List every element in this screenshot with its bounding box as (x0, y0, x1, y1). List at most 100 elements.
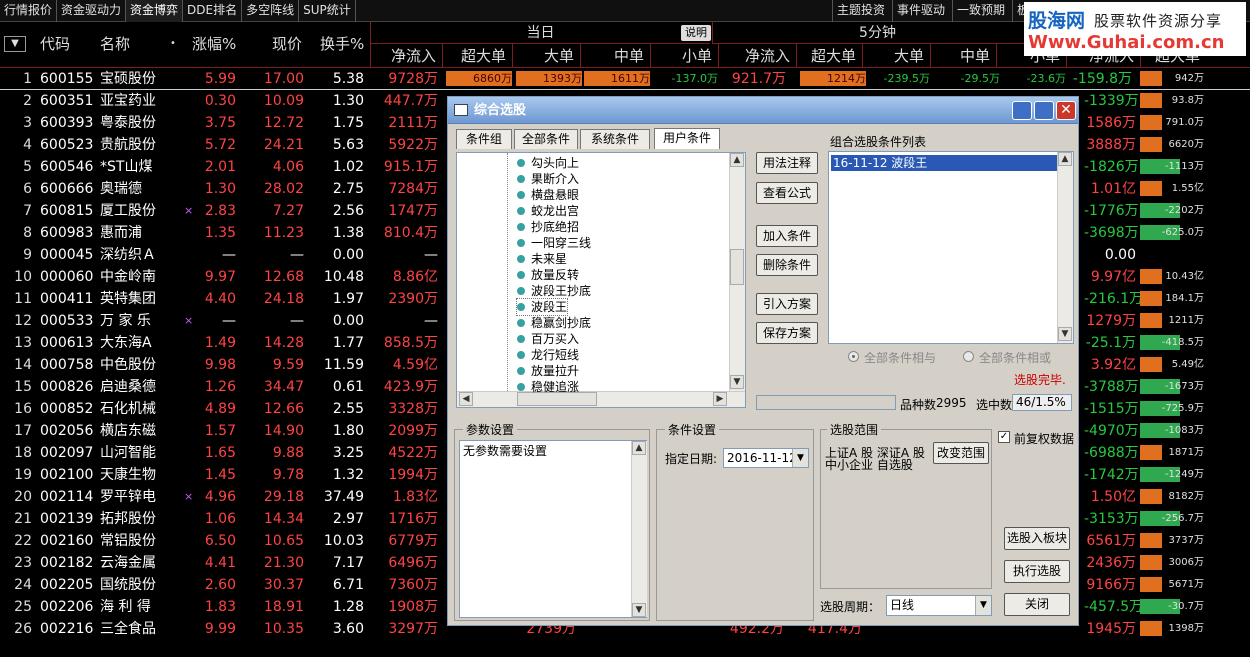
group-today: 当日 (370, 22, 710, 44)
header-today-m[interactable]: 中单 (580, 44, 650, 68)
row-price: 14.90 (263, 423, 304, 439)
scroll-up-icon[interactable]: ▲ (730, 153, 744, 167)
tab-consensus[interactable]: 一致预期 (952, 0, 1009, 22)
tree-item[interactable]: 百万买入 (517, 331, 579, 347)
tab-long-short[interactable]: 多空阵线 (242, 0, 300, 22)
scroll-thumb[interactable] (730, 249, 744, 285)
period-dropdown-icon[interactable]: ▼ (975, 596, 991, 615)
tab-event-drive[interactable]: 事件驱动 (892, 0, 949, 22)
row-flow-bar-label: 5671万 (1168, 579, 1204, 590)
tree-item[interactable]: 未来星 (517, 251, 567, 267)
header-change-pct[interactable]: 涨幅% (192, 22, 236, 68)
row-flow-bar: 6620万 (1140, 137, 1204, 152)
tab-user-conditions[interactable]: 用户条件 (654, 128, 720, 149)
period-select[interactable]: 日线 ▼ (886, 595, 992, 616)
close-button[interactable]: 关闭 (1004, 593, 1070, 616)
tab-dde-rank[interactable]: DDE排名 (183, 0, 243, 22)
row-right-net: -1339万 (1084, 93, 1139, 109)
row-name: 亚宝药业 (100, 93, 156, 109)
run-screen-button[interactable]: 执行选股 (1004, 560, 1070, 583)
combo-list-item[interactable]: 16-11-12 波段王 (831, 155, 1057, 171)
row-star-mark (184, 376, 194, 398)
close-icon[interactable]: ✕ (1056, 101, 1076, 120)
tab-fund-drive[interactable]: 资金驱动力 (57, 0, 127, 22)
tab-condition-group[interactable]: 条件组 (456, 129, 512, 149)
header-price[interactable]: 现价 (272, 22, 302, 68)
formula-icon (517, 191, 525, 199)
header-5min-xl[interactable]: 超大单 (796, 44, 862, 68)
tab-sup-stats[interactable]: SUP统计 (299, 0, 356, 22)
param-vscrollbar[interactable]: ▲ ▼ (631, 441, 647, 617)
scroll-down-icon[interactable]: ▼ (730, 375, 744, 389)
param-scroll-up-icon[interactable]: ▲ (632, 441, 646, 455)
header-today-xl[interactable]: 超大单 (442, 44, 512, 68)
tree-item[interactable]: 波段王抄底 (517, 283, 591, 299)
tree-item[interactable]: 抄底绝招 (517, 219, 579, 235)
row-flow-bar: 1211万 (1140, 313, 1204, 328)
minimize-icon[interactable] (1012, 101, 1032, 120)
row-turnover: 5.63 (332, 137, 364, 153)
tree-item[interactable]: 放量拉升 (517, 363, 579, 379)
header-5min-l[interactable]: 大单 (862, 44, 930, 68)
dialog-titlebar[interactable]: 综合选股 ✕ (448, 97, 1078, 124)
tree-vscrollbar[interactable]: ▲ ▼ (729, 153, 745, 391)
view-formula-button[interactable]: 查看公式 (756, 182, 818, 204)
change-range-button[interactable]: 改变范围 (933, 442, 989, 464)
usage-notes-button[interactable]: 用法注释 (756, 152, 818, 174)
tree-item[interactable]: 果断介入 (517, 171, 579, 187)
tab-fund-game[interactable]: 资金博弈 (126, 0, 184, 22)
combo-scroll-up-icon[interactable]: ▲ (1058, 152, 1072, 166)
tree-item[interactable]: 稳赢剑抄底 (517, 315, 591, 331)
header-today-net[interactable]: 净流入 (370, 44, 442, 68)
tab-all-conditions[interactable]: 全部条件 (514, 129, 578, 149)
add-to-block-button[interactable]: 选股入板块 (1004, 527, 1070, 550)
tree-item[interactable]: 一阳穿三线 (517, 235, 591, 251)
tree-item[interactable]: 放量反转 (517, 267, 579, 283)
save-scheme-button[interactable]: 保存方案 (756, 322, 818, 344)
maximize-icon[interactable] (1034, 101, 1054, 120)
tree-item[interactable]: 横盘悬眼 (517, 187, 579, 203)
row-code: 000533 (40, 313, 94, 329)
note-button[interactable]: 说明 (681, 25, 711, 41)
tab-quotes[interactable]: 行情报价 (0, 0, 58, 22)
date-dropdown-icon[interactable]: ▼ (792, 449, 808, 467)
combo-vscrollbar[interactable]: ▲ ▼ (1057, 152, 1073, 343)
fq-checkbox[interactable]: ✓ (998, 431, 1010, 443)
tree-item[interactable]: 蛟龙出宫 (517, 203, 579, 219)
row-right-net: -1776万 (1084, 203, 1139, 219)
combo-condition-list[interactable]: 16-11-12 波段王 ▲ ▼ (828, 151, 1074, 344)
header-5min-m[interactable]: 中单 (930, 44, 996, 68)
header-name-dot: • (170, 38, 176, 49)
header-today-s[interactable]: 小单 (650, 44, 718, 68)
import-scheme-button[interactable]: 引入方案 (756, 293, 818, 315)
scroll-right-icon[interactable]: ▶ (713, 392, 727, 406)
row-price: 9.88 (272, 445, 304, 461)
header-turnover[interactable]: 换手% (320, 22, 364, 68)
radio-all-or[interactable] (963, 351, 974, 362)
header-5min-net[interactable]: 净流入 (718, 44, 796, 68)
condition-tree[interactable]: ▲ ▼ ◀ ▶ 勾头向上 果断介入 横盘悬眼 蛟龙出宫 抄底绝招 一阳穿三线 未来星 放量反转… (456, 152, 746, 408)
row-net-inflow: 5922万 (388, 137, 438, 153)
header-today-l[interactable]: 大单 (512, 44, 580, 68)
row-flow-bar: 942万 (1140, 71, 1204, 86)
table-row[interactable]: 1 600155 宝硕股份 5.99 17.00 5.38 9728万 942万 6860万 13… (0, 68, 1250, 90)
tree-item[interactable]: 稳健追涨 (517, 379, 579, 395)
tab-system-conditions[interactable]: 系统条件 (580, 129, 650, 149)
header-name[interactable]: 名称 (100, 22, 130, 68)
scroll-left-icon[interactable]: ◀ (459, 392, 473, 406)
combo-scroll-down-icon[interactable]: ▼ (1058, 327, 1072, 341)
date-picker[interactable]: 2016-11-12 ▼ (723, 448, 809, 468)
param-text-area[interactable]: 无参数需要设置 (459, 440, 647, 618)
tree-hscrollbar[interactable]: ◀ ▶ (457, 391, 745, 407)
header-code[interactable]: 代码 (40, 22, 70, 68)
param-scroll-down-icon[interactable]: ▼ (632, 603, 646, 617)
row-change-pct: 1.65 (204, 445, 236, 461)
sort-toggle-icon[interactable]: ▼ (4, 36, 26, 52)
tree-item[interactable]: 龙行短线 (517, 347, 579, 363)
tree-item[interactable]: 勾头向上 (517, 155, 579, 171)
radio-all-and[interactable] (848, 351, 859, 362)
add-condition-button[interactable]: 加入条件 (756, 225, 818, 247)
delete-condition-button[interactable]: 删除条件 (756, 254, 818, 276)
tab-theme-invest[interactable]: 主题投资 (832, 0, 889, 22)
tree-item[interactable]: 波段王 (515, 298, 569, 316)
